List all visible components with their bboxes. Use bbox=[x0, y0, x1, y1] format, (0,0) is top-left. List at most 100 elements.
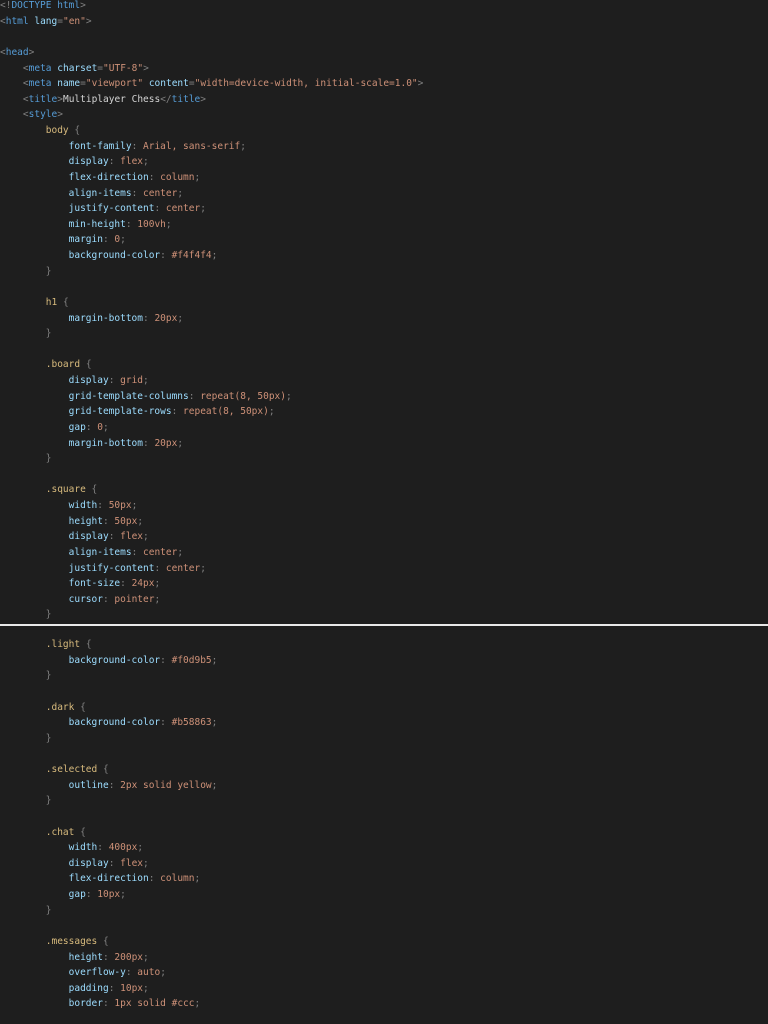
code-line[interactable] bbox=[0, 279, 423, 295]
code-line[interactable]: } bbox=[0, 668, 217, 684]
code-line[interactable] bbox=[0, 809, 217, 825]
code-token-val: 10px bbox=[97, 889, 121, 900]
code-line[interactable]: } bbox=[0, 326, 423, 342]
code-line[interactable]: cursor: pointer; bbox=[0, 592, 423, 608]
code-token-punct: : bbox=[102, 515, 115, 527]
code-line[interactable]: display: flex; bbox=[0, 856, 217, 872]
code-line[interactable]: <html lang="en"> bbox=[0, 14, 423, 30]
code-line[interactable]: align-items: center; bbox=[0, 186, 423, 202]
code-line[interactable]: font-size: 24px; bbox=[0, 576, 423, 592]
code-line[interactable]: .messages { bbox=[0, 934, 217, 950]
code-line[interactable]: flex-direction: column; bbox=[0, 871, 217, 887]
code-line[interactable]: } bbox=[0, 793, 217, 809]
code-token-punct: : bbox=[102, 593, 115, 605]
code-line[interactable]: align-items: center; bbox=[0, 545, 423, 561]
code-line[interactable]: <style> bbox=[0, 107, 423, 123]
code-line[interactable]: } bbox=[0, 903, 217, 919]
code-line[interactable]: <head> bbox=[0, 45, 423, 61]
code-line[interactable]: background-color: #f0d9b5; bbox=[0, 653, 218, 669]
code-line[interactable]: border: 1px solid #ccc; bbox=[0, 996, 217, 1012]
code-line[interactable]: width: 400px; bbox=[0, 840, 217, 856]
code-token-punct: ; bbox=[143, 857, 149, 869]
code-line[interactable]: width: 50px; bbox=[0, 498, 423, 514]
code-line[interactable]: padding: 10px; bbox=[0, 981, 217, 997]
code-line[interactable]: .square { bbox=[0, 482, 423, 498]
editor-pane-bottom[interactable]: .light { background-color: #f0d9b5; } .d… bbox=[0, 627, 768, 1024]
code-line[interactable]: } bbox=[0, 451, 423, 467]
code-line[interactable]: } bbox=[0, 607, 423, 623]
code-line[interactable]: justify-content: center; bbox=[0, 201, 423, 217]
code-token-tag: meta bbox=[28, 62, 52, 74]
code-line[interactable]: <!DOCTYPE html> bbox=[0, 0, 423, 14]
code-line[interactable]: gap: 10px; bbox=[0, 887, 217, 903]
code-line[interactable]: overflow-y: auto; bbox=[0, 965, 217, 981]
code-token-prop: margin bbox=[68, 234, 103, 246]
code-token-punct: > bbox=[28, 46, 35, 58]
code-line[interactable] bbox=[0, 467, 423, 483]
code-line[interactable]: height: 50px; bbox=[0, 514, 423, 530]
code-line[interactable] bbox=[0, 342, 423, 358]
code-line[interactable]: justify-content: center; bbox=[0, 561, 423, 577]
code-token-punct: : bbox=[154, 562, 166, 574]
code-line[interactable]: margin-bottom: 20px; bbox=[0, 311, 423, 327]
code-line[interactable]: min-height: 100vh; bbox=[0, 217, 423, 233]
code-line[interactable]: display: grid; bbox=[0, 373, 423, 389]
code-line[interactable]: background-color: #b58863; bbox=[0, 715, 218, 731]
code-line[interactable]: } bbox=[0, 264, 423, 280]
split-divider[interactable] bbox=[0, 624, 768, 626]
code-token-punct: { bbox=[80, 826, 86, 838]
code-line[interactable]: flex-direction: column; bbox=[0, 170, 423, 186]
code-editor[interactable]: <!DOCTYPE html> <html lang="en"> <head> <… bbox=[0, 0, 768, 1024]
code-line[interactable]: height: 200px; bbox=[0, 950, 217, 966]
code-token-punct: } bbox=[45, 609, 52, 621]
code-token-prop: display bbox=[68, 531, 109, 543]
code-line[interactable]: background-color: #f4f4f4; bbox=[0, 248, 423, 264]
editor-pane-top[interactable]: <!DOCTYPE html> <html lang="en"> <head> <… bbox=[0, 0, 768, 624]
code-line[interactable]: outline: 2px solid yellow; bbox=[0, 778, 218, 794]
code-line[interactable] bbox=[0, 29, 423, 45]
code-token-punct: { bbox=[91, 484, 98, 496]
code-line[interactable]: font-family: Arial, sans-serif; bbox=[0, 139, 423, 155]
code-line[interactable]: <meta name="viewport" content="width=dev… bbox=[0, 76, 424, 92]
code-block[interactable]: <!DOCTYPE html> <html lang="en"> <head> <… bbox=[0, 0, 423, 623]
code-line[interactable]: <meta charset="UTF-8"> bbox=[0, 61, 423, 77]
code-line[interactable]: h1 { bbox=[0, 295, 423, 311]
code-token-prop: margin-bottom bbox=[68, 312, 143, 324]
code-token-attr: lang bbox=[34, 15, 58, 27]
code-line[interactable] bbox=[0, 684, 217, 700]
code-token-punct: : bbox=[131, 140, 144, 152]
code-line[interactable]: .chat { bbox=[0, 825, 217, 841]
code-token-punct: ; bbox=[177, 546, 184, 558]
code-line[interactable] bbox=[0, 918, 217, 934]
code-token-prop: width bbox=[68, 842, 98, 854]
code-token-val: center bbox=[143, 187, 178, 199]
code-line[interactable]: grid-template-rows: repeat(8, 50px); bbox=[0, 404, 423, 420]
code-line[interactable]: .selected { bbox=[0, 762, 217, 778]
code-line[interactable]: .light { bbox=[0, 637, 217, 653]
code-line[interactable]: display: flex; bbox=[0, 154, 423, 170]
code-line[interactable]: } bbox=[0, 731, 217, 747]
code-line[interactable]: grid-template-columns: repeat(8, 50px); bbox=[0, 389, 423, 405]
code-line[interactable]: display: flex; bbox=[0, 529, 423, 545]
code-token-prop: display bbox=[68, 375, 109, 386]
code-line[interactable]: margin: 0; bbox=[0, 232, 423, 248]
code-token-punct: ; bbox=[103, 421, 109, 433]
code-line[interactable]: margin-bottom: 20px; bbox=[0, 436, 423, 452]
code-token-sel: .light bbox=[45, 639, 81, 650]
code-line[interactable]: .board { bbox=[0, 357, 423, 373]
code-token-punct: > bbox=[200, 93, 206, 105]
code-line[interactable]: gap: 0; bbox=[0, 420, 423, 436]
code-line[interactable]: .dark { bbox=[0, 700, 217, 716]
code-line[interactable]: <title>Multiplayer Chess</title> bbox=[0, 92, 423, 108]
code-block[interactable]: .light { background-color: #f0d9b5; } .d… bbox=[0, 637, 218, 1012]
code-line[interactable] bbox=[0, 746, 217, 762]
code-line[interactable]: body { bbox=[0, 123, 423, 139]
